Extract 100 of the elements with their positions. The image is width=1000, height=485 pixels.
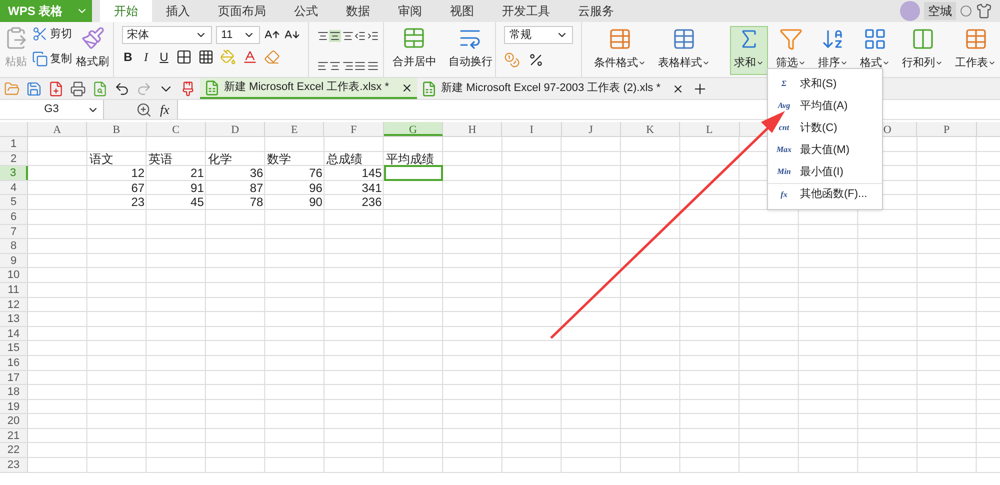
align-middle-icon[interactable] <box>329 30 342 42</box>
ribbon-button[interactable]: 求和 <box>730 26 768 74</box>
shirt-icon[interactable] <box>976 3 992 19</box>
align-left-icon[interactable] <box>317 60 329 72</box>
paintbrush-icon[interactable] <box>80 26 104 50</box>
font-style-button[interactable]: I <box>140 48 152 66</box>
row-header[interactable]: 7 <box>0 224 28 238</box>
font-size-select[interactable]: 11 <box>216 26 260 44</box>
menu-item[interactable]: 计数(C) <box>800 120 838 136</box>
brush-icon[interactable] <box>180 80 196 96</box>
format-painter-button[interactable]: 格式刷 <box>76 54 109 70</box>
ribbon-button[interactable]: 条件格式 <box>590 26 650 74</box>
column-header[interactable]: B <box>87 122 147 136</box>
menu-item[interactable]: 最小值(I) <box>800 164 844 180</box>
column-header[interactable]: H <box>443 122 502 136</box>
percent-icon[interactable] <box>528 52 544 68</box>
font-style-button[interactable]: B <box>122 48 134 66</box>
selected-cell[interactable] <box>384 165 444 182</box>
ribbon-button[interactable]: 格式 <box>856 26 894 74</box>
menu-tab[interactable]: 开始 <box>100 0 152 22</box>
align-top-icon[interactable] <box>317 30 329 42</box>
clipboard-icon[interactable] <box>4 26 28 50</box>
undo-icon[interactable] <box>114 80 130 96</box>
justify-icon[interactable] <box>354 60 366 72</box>
number-format-select[interactable]: 常规 <box>504 26 573 44</box>
distribute-icon[interactable] <box>366 60 379 72</box>
menu-tab[interactable]: 页面布局 <box>204 0 280 22</box>
ribbon-button[interactable]: 筛选 <box>772 26 810 74</box>
save-icon[interactable] <box>26 80 42 96</box>
column-header[interactable]: J <box>562 122 621 136</box>
column-header[interactable]: G <box>384 122 444 136</box>
row-header[interactable]: 22 <box>0 443 28 458</box>
wrap-text-button[interactable]: 自动换行 <box>448 54 492 70</box>
name-box[interactable]: G3 <box>0 100 104 119</box>
menu-tab[interactable]: 插入 <box>152 0 204 22</box>
new-file-icon[interactable] <box>48 80 64 96</box>
row-header[interactable]: 2 <box>0 152 28 166</box>
row-header[interactable]: 4 <box>0 180 28 194</box>
ribbon-button[interactable]: 行和列 <box>898 26 947 74</box>
row-header[interactable]: 17 <box>0 370 28 384</box>
row-header[interactable]: 13 <box>0 312 28 326</box>
column-header[interactable]: P <box>917 122 977 136</box>
menu-tab[interactable]: 数据 <box>332 0 384 22</box>
row-header[interactable]: 11 <box>0 282 28 297</box>
scissors-icon[interactable] <box>32 26 48 42</box>
column-header[interactable]: I <box>502 122 562 136</box>
copy-icon[interactable] <box>32 50 48 67</box>
row-header[interactable]: 6 <box>0 210 28 224</box>
menu-tab[interactable]: 开发工具 <box>488 0 564 22</box>
grid-icon[interactable] <box>198 49 214 65</box>
row-header[interactable]: 16 <box>0 356 28 370</box>
ribbon-button[interactable]: 排序 <box>814 26 852 74</box>
font-select[interactable]: 宋体 <box>122 26 212 44</box>
menu-tab[interactable]: 视图 <box>436 0 488 22</box>
menu-tab[interactable]: 审阅 <box>384 0 436 22</box>
row-header[interactable]: 15 <box>0 341 28 355</box>
column-header[interactable]: D <box>206 122 266 136</box>
search-icon[interactable] <box>136 102 152 118</box>
function-button[interactable]: fx <box>160 100 170 120</box>
menu-item[interactable]: 其他函数(F)... <box>800 186 868 203</box>
borders-icon[interactable] <box>176 49 192 65</box>
merge-icon[interactable] <box>402 26 426 50</box>
status-icon[interactable] <box>960 5 972 17</box>
cut-button[interactable]: 剪切 <box>50 26 72 42</box>
column-header[interactable]: L <box>680 122 740 136</box>
row-header[interactable]: 18 <box>0 385 28 399</box>
column-header[interactable]: A <box>28 122 88 136</box>
menu-item[interactable]: 平均值(A) <box>800 98 848 114</box>
row-header[interactable]: 20 <box>0 414 28 428</box>
close-icon[interactable] <box>401 82 414 94</box>
row-header[interactable]: 8 <box>0 239 28 253</box>
row-header[interactable]: 5 <box>0 195 28 209</box>
column-header[interactable]: K <box>620 122 680 136</box>
row-header[interactable]: 10 <box>0 268 28 282</box>
row-header[interactable]: 12 <box>0 298 28 312</box>
ribbon-button[interactable]: 工作表 <box>951 26 1000 74</box>
indent-icon[interactable] <box>366 30 379 42</box>
user-name[interactable]: 空城 <box>924 2 956 20</box>
font-color-icon[interactable] <box>242 49 258 65</box>
preview-icon[interactable] <box>92 80 108 96</box>
fill-color-icon[interactable] <box>220 49 236 65</box>
document-tab[interactable]: 新建 Microsoft Excel 工作表.xlsx * <box>200 78 418 99</box>
menu-tab[interactable]: 云服务 <box>564 0 628 22</box>
row-header[interactable]: 3 <box>0 166 28 180</box>
copy-button[interactable]: 复制 <box>50 50 72 67</box>
close-icon[interactable] <box>672 82 684 94</box>
menu-tab[interactable]: 公式 <box>280 0 332 22</box>
menu-item[interactable]: 求和(S) <box>800 76 837 92</box>
menu-item[interactable]: 最大值(M) <box>800 142 850 158</box>
row-header[interactable]: 23 <box>0 458 28 472</box>
outdent-icon[interactable] <box>354 30 366 42</box>
row-header[interactable]: 14 <box>0 326 28 340</box>
align-right-icon[interactable] <box>342 60 354 72</box>
ribbon-button[interactable]: 表格样式 <box>654 26 714 74</box>
align-center-icon[interactable] <box>329 60 342 72</box>
row-header[interactable]: 9 <box>0 254 28 268</box>
column-header[interactable]: C <box>146 122 206 136</box>
row-header[interactable]: 19 <box>0 400 28 414</box>
column-header[interactable]: E <box>265 122 324 136</box>
align-bottom-icon[interactable] <box>342 30 354 42</box>
